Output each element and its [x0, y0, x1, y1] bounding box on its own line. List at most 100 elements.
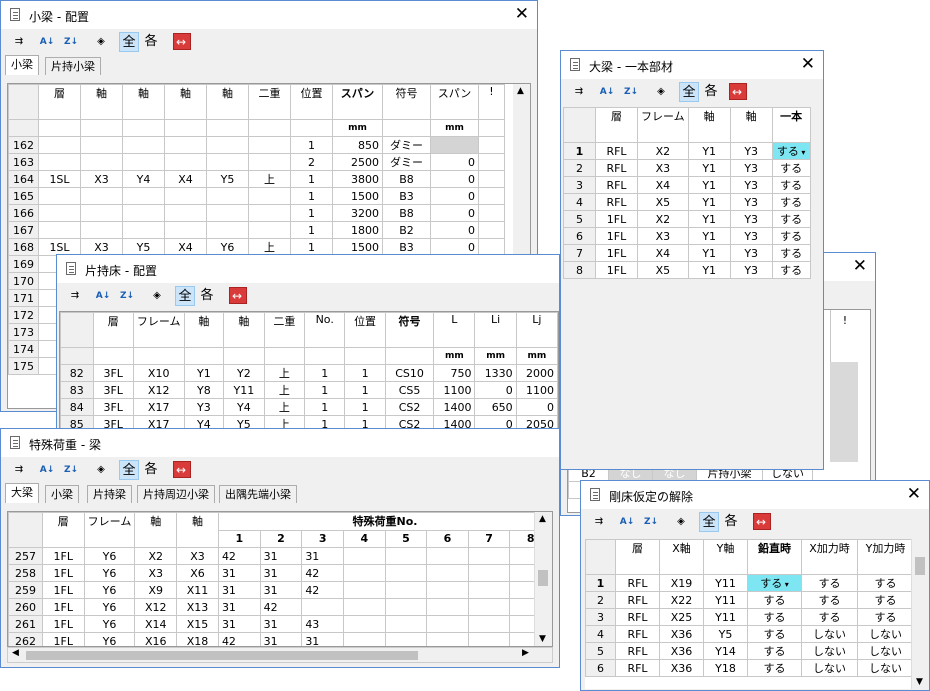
table-cell[interactable]: する [747, 625, 802, 643]
each-button[interactable]: 各 [701, 82, 721, 102]
table-cell[interactable]: 3FL [92, 364, 134, 382]
table-row[interactable]: 5 1FL X2 Y1 Y3 する [563, 210, 811, 228]
table-cell[interactable]: RFL [595, 142, 638, 160]
table-cell[interactable]: 1800 [332, 221, 383, 239]
table-cell[interactable]: 0 [515, 398, 558, 416]
table-cell[interactable] [206, 153, 249, 171]
table-cell[interactable]: RFL [615, 574, 660, 592]
all-button[interactable]: 全 [119, 460, 139, 480]
table-cell[interactable]: Y18 [703, 659, 748, 677]
table-cell[interactable] [467, 632, 511, 646]
table-cell[interactable] [426, 615, 469, 633]
table-cell[interactable]: 1400 [433, 398, 476, 416]
table-cell[interactable]: RFL [595, 159, 638, 177]
all-button[interactable]: 全 [119, 32, 139, 52]
table-row[interactable]: 168 1SL X3 Y5 X4 Y6 上 1 1500 B3 0 [8, 238, 505, 256]
table-cell[interactable] [301, 598, 344, 616]
table-cell[interactable]: 1 [344, 398, 386, 416]
table-cell[interactable] [80, 136, 123, 154]
table-cell[interactable]: する [857, 608, 914, 626]
table-cell[interactable]: 3800 [332, 170, 383, 188]
table-cell[interactable]: 1 [344, 381, 386, 399]
single-member-select[interactable]: する [771, 159, 811, 177]
table-cell[interactable]: 1 [304, 398, 346, 416]
tab-large-beam[interactable]: 大梁 [5, 483, 39, 503]
single-member-select[interactable]: する [771, 227, 811, 245]
column-header[interactable]: 4 [343, 529, 386, 548]
table-cell[interactable]: 上 [248, 238, 291, 256]
tab-cantilever-peripheral[interactable]: 片持周辺小梁 [137, 485, 215, 503]
table-cell[interactable] [343, 632, 386, 646]
column-header[interactable]: 鉛直時 [747, 539, 802, 575]
table-cell[interactable] [467, 547, 511, 565]
table-cell[interactable]: 上 [248, 170, 291, 188]
each-button[interactable]: 各 [197, 286, 217, 306]
arrow-left-icon[interactable]: ◀ [12, 648, 19, 658]
table-cell[interactable] [384, 632, 428, 646]
table-row[interactable]: 7 1FL X4 Y1 Y3 する [563, 244, 811, 262]
table-cell[interactable] [343, 598, 386, 616]
table-cell[interactable]: X13 [176, 598, 219, 616]
table-cell[interactable]: する [801, 591, 858, 609]
table-cell[interactable]: 650 [474, 398, 517, 416]
table-cell[interactable] [122, 187, 165, 205]
table-row[interactable]: 259 1FL Y6 X9 X11 31 31 42 [8, 581, 552, 599]
table-cell[interactable]: RFL [615, 642, 660, 660]
table-cell[interactable] [164, 153, 207, 171]
table-cell[interactable]: RFL [595, 176, 638, 194]
expand-button[interactable] [729, 82, 747, 102]
table-cell[interactable]: Y1 [687, 261, 731, 279]
table-cell[interactable]: Y6 [83, 615, 136, 633]
table-cell[interactable]: Y3 [729, 176, 773, 194]
column-header[interactable]: 3 [301, 529, 344, 548]
table-cell[interactable]: する [801, 608, 858, 626]
table-cell[interactable]: 1 [290, 136, 333, 154]
table-cell[interactable]: B3 [382, 187, 431, 205]
column-header[interactable]: 軸 [134, 512, 178, 548]
table-cell[interactable]: Y6 [83, 632, 136, 646]
sort-descending-icon[interactable]: Z↓ [117, 286, 137, 306]
table-cell[interactable]: Y5 [206, 170, 249, 188]
table-cell[interactable]: 42 [217, 547, 261, 565]
all-button[interactable]: 全 [175, 286, 195, 306]
table-cell[interactable]: X12 [134, 598, 178, 616]
table-cell[interactable] [478, 136, 505, 154]
table-cell[interactable] [248, 204, 291, 222]
column-header[interactable]: 二重 [248, 84, 291, 120]
table-row[interactable]: 164 1SL X3 Y4 X4 Y5 上 1 3800 B8 0 [8, 170, 505, 188]
table-cell[interactable]: Y1 [687, 176, 731, 194]
scroll-thumb[interactable] [915, 557, 925, 575]
table-cell[interactable]: Y2 [223, 364, 265, 382]
tab-small-beam[interactable]: 小梁 [45, 485, 79, 503]
tab-cantilever-beam[interactable]: 片持梁 [87, 485, 132, 503]
titlebar[interactable]: 大梁 - 一本部材 ✕ [561, 51, 823, 79]
table-cell[interactable]: 0 [430, 238, 479, 256]
table-row[interactable]: 262 1FL Y6 X16 X18 42 31 31 [8, 632, 552, 646]
table-row[interactable]: 8 1FL X5 Y1 Y3 する [563, 261, 811, 279]
table-cell[interactable]: X19 [659, 574, 704, 592]
table-cell[interactable] [206, 187, 249, 205]
table-cell[interactable]: 上 [263, 398, 306, 416]
table-cell[interactable]: しない [801, 659, 858, 677]
table-cell[interactable]: X3 [80, 238, 123, 256]
table-cell[interactable]: X9 [134, 581, 178, 599]
table-cell[interactable]: X36 [659, 659, 704, 677]
table-cell[interactable]: 2000 [515, 364, 558, 382]
table-cell[interactable] [248, 153, 291, 171]
column-header[interactable]: 軸 [223, 312, 265, 348]
titlebar[interactable]: 片持床 - 配置 [57, 255, 559, 283]
column-header[interactable]: Y加力時 [857, 539, 914, 575]
color-filter-icon[interactable]: ◈ [91, 460, 111, 480]
table-cell[interactable]: 0 [430, 204, 479, 222]
table-cell[interactable]: 3200 [332, 204, 383, 222]
table-cell[interactable]: B3 [382, 238, 431, 256]
table-cell[interactable]: Y14 [703, 642, 748, 660]
column-header[interactable]: 層 [38, 84, 81, 120]
table-cell[interactable]: 2 [290, 153, 333, 171]
table-cell[interactable]: 42 [301, 581, 344, 599]
titlebar[interactable]: 小梁 - 配置 ✕ [1, 1, 537, 29]
table-cell[interactable]: しない [801, 642, 858, 660]
close-icon[interactable]: ✕ [853, 256, 867, 276]
table-cell[interactable] [248, 136, 291, 154]
column-header[interactable]: Lj [515, 312, 558, 348]
